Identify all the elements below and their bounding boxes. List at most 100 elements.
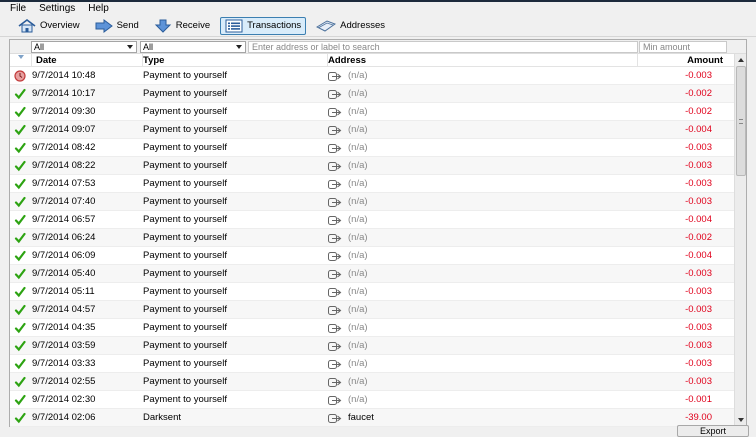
- tx-inout-icon: [328, 161, 342, 171]
- type-cell: Payment to yourself: [143, 340, 227, 351]
- confirmed-check-icon: [12, 121, 32, 139]
- address-text: (n/a): [348, 124, 368, 135]
- type-filter-select[interactable]: All: [140, 41, 246, 53]
- receive-button[interactable]: Receive: [149, 17, 215, 35]
- tx-inout-icon: [328, 125, 342, 135]
- filter-bar: All All Enter address or label to search…: [10, 40, 746, 54]
- table-row[interactable]: 9/7/2014 02:30 Payment to yourself (n/a) -0…: [10, 391, 734, 409]
- confirmed-check-icon: [12, 193, 32, 211]
- overview-button[interactable]: Overview: [13, 17, 85, 35]
- table-row[interactable]: 9/7/2014 08:22 Payment to yourself (n/a) -0…: [10, 157, 734, 175]
- date-cell: 9/7/2014 03:33: [32, 358, 96, 369]
- date-filter-value: All: [34, 42, 45, 52]
- arrow-down-icon: [738, 418, 744, 422]
- table-row[interactable]: 9/7/2014 02:06 Darksent faucet -39.00: [10, 409, 734, 427]
- amount-cell: -0.002: [685, 232, 712, 243]
- address-cell: (n/a): [328, 193, 368, 211]
- tx-inout-icon: [328, 359, 342, 369]
- type-column-header[interactable]: Type: [143, 54, 328, 67]
- table-row[interactable]: 9/7/2014 06:09 Payment to yourself (n/a) -0…: [10, 247, 734, 265]
- tx-inout-icon: [328, 395, 342, 405]
- table-row[interactable]: 9/7/2014 09:30 Payment to yourself (n/a) -0…: [10, 103, 734, 121]
- table-row[interactable]: 9/7/2014 02:55 Payment to yourself (n/a) -0…: [10, 373, 734, 391]
- address-cell: (n/a): [328, 139, 368, 157]
- grip-icon: [739, 119, 743, 124]
- send-button[interactable]: Send: [90, 17, 144, 35]
- tx-inout-icon: [328, 71, 342, 81]
- toolbar: Overview Send Receive Transactions Addre…: [0, 15, 756, 37]
- confirmed-check-icon: [12, 409, 32, 427]
- amount-cell: -0.002: [685, 88, 712, 99]
- menu-help[interactable]: Help: [82, 3, 116, 14]
- menu-file[interactable]: File: [4, 3, 33, 14]
- date-filter-select[interactable]: All: [31, 41, 137, 53]
- table-row[interactable]: 9/7/2014 09:07 Payment to yourself (n/a) -0…: [10, 121, 734, 139]
- confirmed-check-icon: [12, 157, 32, 175]
- search-input[interactable]: Enter address or label to search: [248, 41, 638, 53]
- date-cell: 9/7/2014 03:59: [32, 340, 96, 351]
- amount-cell: -0.003: [685, 286, 712, 297]
- amount-cell: -0.003: [685, 322, 712, 333]
- confirmed-check-icon: [12, 373, 32, 391]
- tx-inout-icon: [328, 197, 342, 207]
- table-row[interactable]: 9/7/2014 05:11 Payment to yourself (n/a) -0…: [10, 283, 734, 301]
- type-cell: Payment to yourself: [143, 322, 227, 333]
- table-row[interactable]: 9/7/2014 04:35 Payment to yourself (n/a) -0…: [10, 319, 734, 337]
- address-column-header[interactable]: Address: [328, 54, 638, 67]
- min-amount-input[interactable]: Min amount: [639, 41, 727, 53]
- tx-inout-icon: [328, 215, 342, 225]
- date-column-header[interactable]: Date: [32, 54, 143, 67]
- address-text: (n/a): [348, 268, 368, 279]
- amount-cell: -0.003: [685, 178, 712, 189]
- table-row[interactable]: 9/7/2014 05:40 Payment to yourself (n/a) -0…: [10, 265, 734, 283]
- tx-inout-icon: [328, 251, 342, 261]
- table-row[interactable]: 9/7/2014 07:40 Payment to yourself (n/a) -0…: [10, 193, 734, 211]
- address-cell: (n/a): [328, 373, 368, 391]
- export-button[interactable]: Export: [677, 425, 749, 437]
- table-row[interactable]: 9/7/2014 07:53 Payment to yourself (n/a) -0…: [10, 175, 734, 193]
- table-row[interactable]: 9/7/2014 03:59 Payment to yourself (n/a) -0…: [10, 337, 734, 355]
- menu-settings[interactable]: Settings: [33, 3, 82, 14]
- addresses-button[interactable]: Addresses: [311, 17, 390, 35]
- type-cell: Payment to yourself: [143, 376, 227, 387]
- amount-cell: -0.003: [685, 268, 712, 279]
- unconfirmed-clock-icon: [12, 67, 32, 85]
- address-text: (n/a): [348, 142, 368, 153]
- table-row[interactable]: 9/7/2014 03:33 Payment to yourself (n/a) -0…: [10, 355, 734, 373]
- table-row[interactable]: 9/7/2014 06:24 Payment to yourself (n/a) -0…: [10, 229, 734, 247]
- type-filter-value: All: [143, 42, 154, 52]
- address-cell: (n/a): [328, 229, 368, 247]
- type-cell: Payment to yourself: [143, 160, 227, 171]
- table-row[interactable]: 9/7/2014 10:48 Payment to yourself (n/a) -0…: [10, 67, 734, 85]
- table-row[interactable]: 9/7/2014 06:57 Payment to yourself (n/a) -0…: [10, 211, 734, 229]
- addresses-label: Addresses: [340, 20, 386, 31]
- transactions-panel: All All Enter address or label to search…: [9, 39, 747, 427]
- address-cell: faucet: [328, 409, 374, 427]
- date-cell: 9/7/2014 06:09: [32, 250, 96, 261]
- table-row[interactable]: 9/7/2014 10:17 Payment to yourself (n/a) -0…: [10, 85, 734, 103]
- amount-cell: -0.003: [685, 376, 712, 387]
- confirmed-check-icon: [12, 211, 32, 229]
- scrollbar-thumb[interactable]: [736, 66, 746, 176]
- type-cell: Payment to yourself: [143, 214, 227, 225]
- address-text: (n/a): [348, 160, 368, 171]
- amount-column-header[interactable]: Amount: [638, 54, 734, 67]
- type-cell: Payment to yourself: [143, 394, 227, 405]
- table-row[interactable]: 9/7/2014 08:42 Payment to yourself (n/a) -0…: [10, 139, 734, 157]
- amount-cell: -0.002: [685, 106, 712, 117]
- confirmed-check-icon: [12, 247, 32, 265]
- status-column-header[interactable]: [10, 54, 32, 67]
- amount-cell: -0.003: [685, 160, 712, 171]
- amount-cell: -0.003: [685, 142, 712, 153]
- address-book-icon: [316, 19, 337, 32]
- table-row[interactable]: 9/7/2014 04:57 Payment to yourself (n/a) -0…: [10, 301, 734, 319]
- date-cell: 9/7/2014 07:40: [32, 196, 96, 207]
- vertical-scrollbar[interactable]: [734, 54, 746, 426]
- address-cell: (n/a): [328, 67, 368, 85]
- tx-inout-icon: [328, 269, 342, 279]
- date-cell: 9/7/2014 02:06: [32, 412, 96, 423]
- transactions-button[interactable]: Transactions: [220, 16, 307, 35]
- scroll-up-button[interactable]: [735, 54, 747, 66]
- export-label: Export: [700, 426, 727, 436]
- confirmed-check-icon: [12, 229, 32, 247]
